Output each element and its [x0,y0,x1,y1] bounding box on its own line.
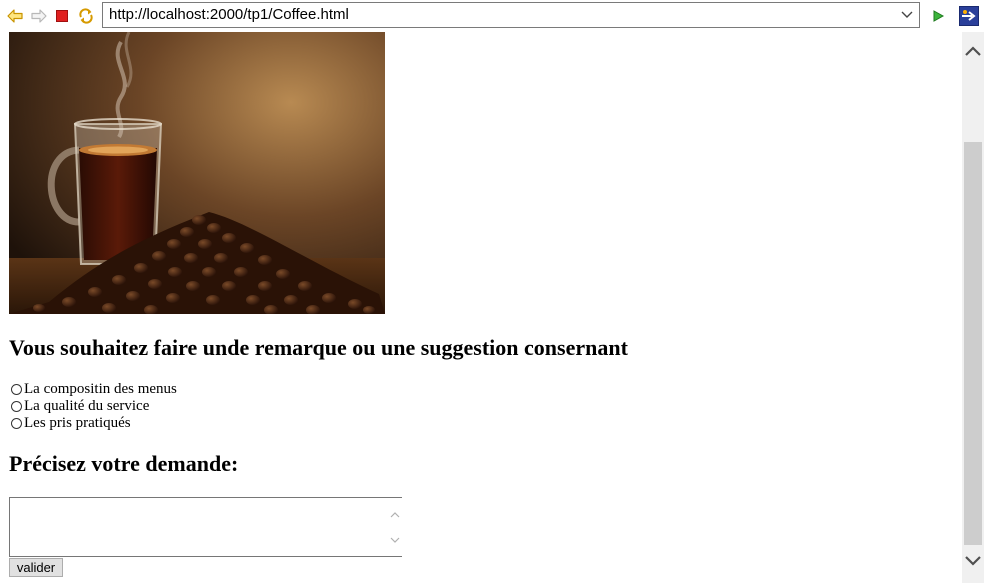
submit-button[interactable]: valider [9,558,63,577]
chevron-down-icon[interactable] [897,5,917,25]
question-heading: Vous souhaitez faire unde remarque ou un… [9,335,628,360]
radio-button[interactable] [11,384,22,395]
eclipse-browser-icon[interactable] [958,5,980,27]
request-textarea[interactable] [9,497,402,557]
browser-toolbar: http://localhost:2000/tp1/Coffee.html [0,0,987,32]
option-row[interactable]: Les pris pratiqués [9,415,131,432]
option-label: La compositin des menus [24,381,177,397]
request-heading: Précisez votre demande: [9,451,239,476]
radio-button[interactable] [11,401,22,412]
page-content: Vous souhaitez faire unde remarque ou un… [0,32,962,583]
textarea-scrollbar[interactable] [388,498,402,556]
option-row[interactable]: La qualité du service [9,398,149,415]
scroll-up-icon[interactable] [962,40,984,62]
option-row[interactable]: La compositin des menus [9,381,177,398]
back-arrow-icon[interactable] [6,7,24,25]
stop-icon[interactable] [53,7,71,25]
coffee-image [9,32,385,314]
option-label: Les pris pratiqués [24,415,131,431]
option-label: La qualité du service [24,398,150,414]
radio-button[interactable] [11,418,22,429]
go-play-icon[interactable] [929,7,947,25]
url-bar[interactable]: http://localhost:2000/tp1/Coffee.html [102,2,920,28]
refresh-icon[interactable] [77,7,95,25]
page-scrollbar[interactable] [962,32,984,583]
scroll-down-icon[interactable] [962,550,984,572]
url-text[interactable]: http://localhost:2000/tp1/Coffee.html [109,6,349,23]
forward-arrow-icon[interactable] [30,7,48,25]
scroll-thumb[interactable] [964,142,982,545]
